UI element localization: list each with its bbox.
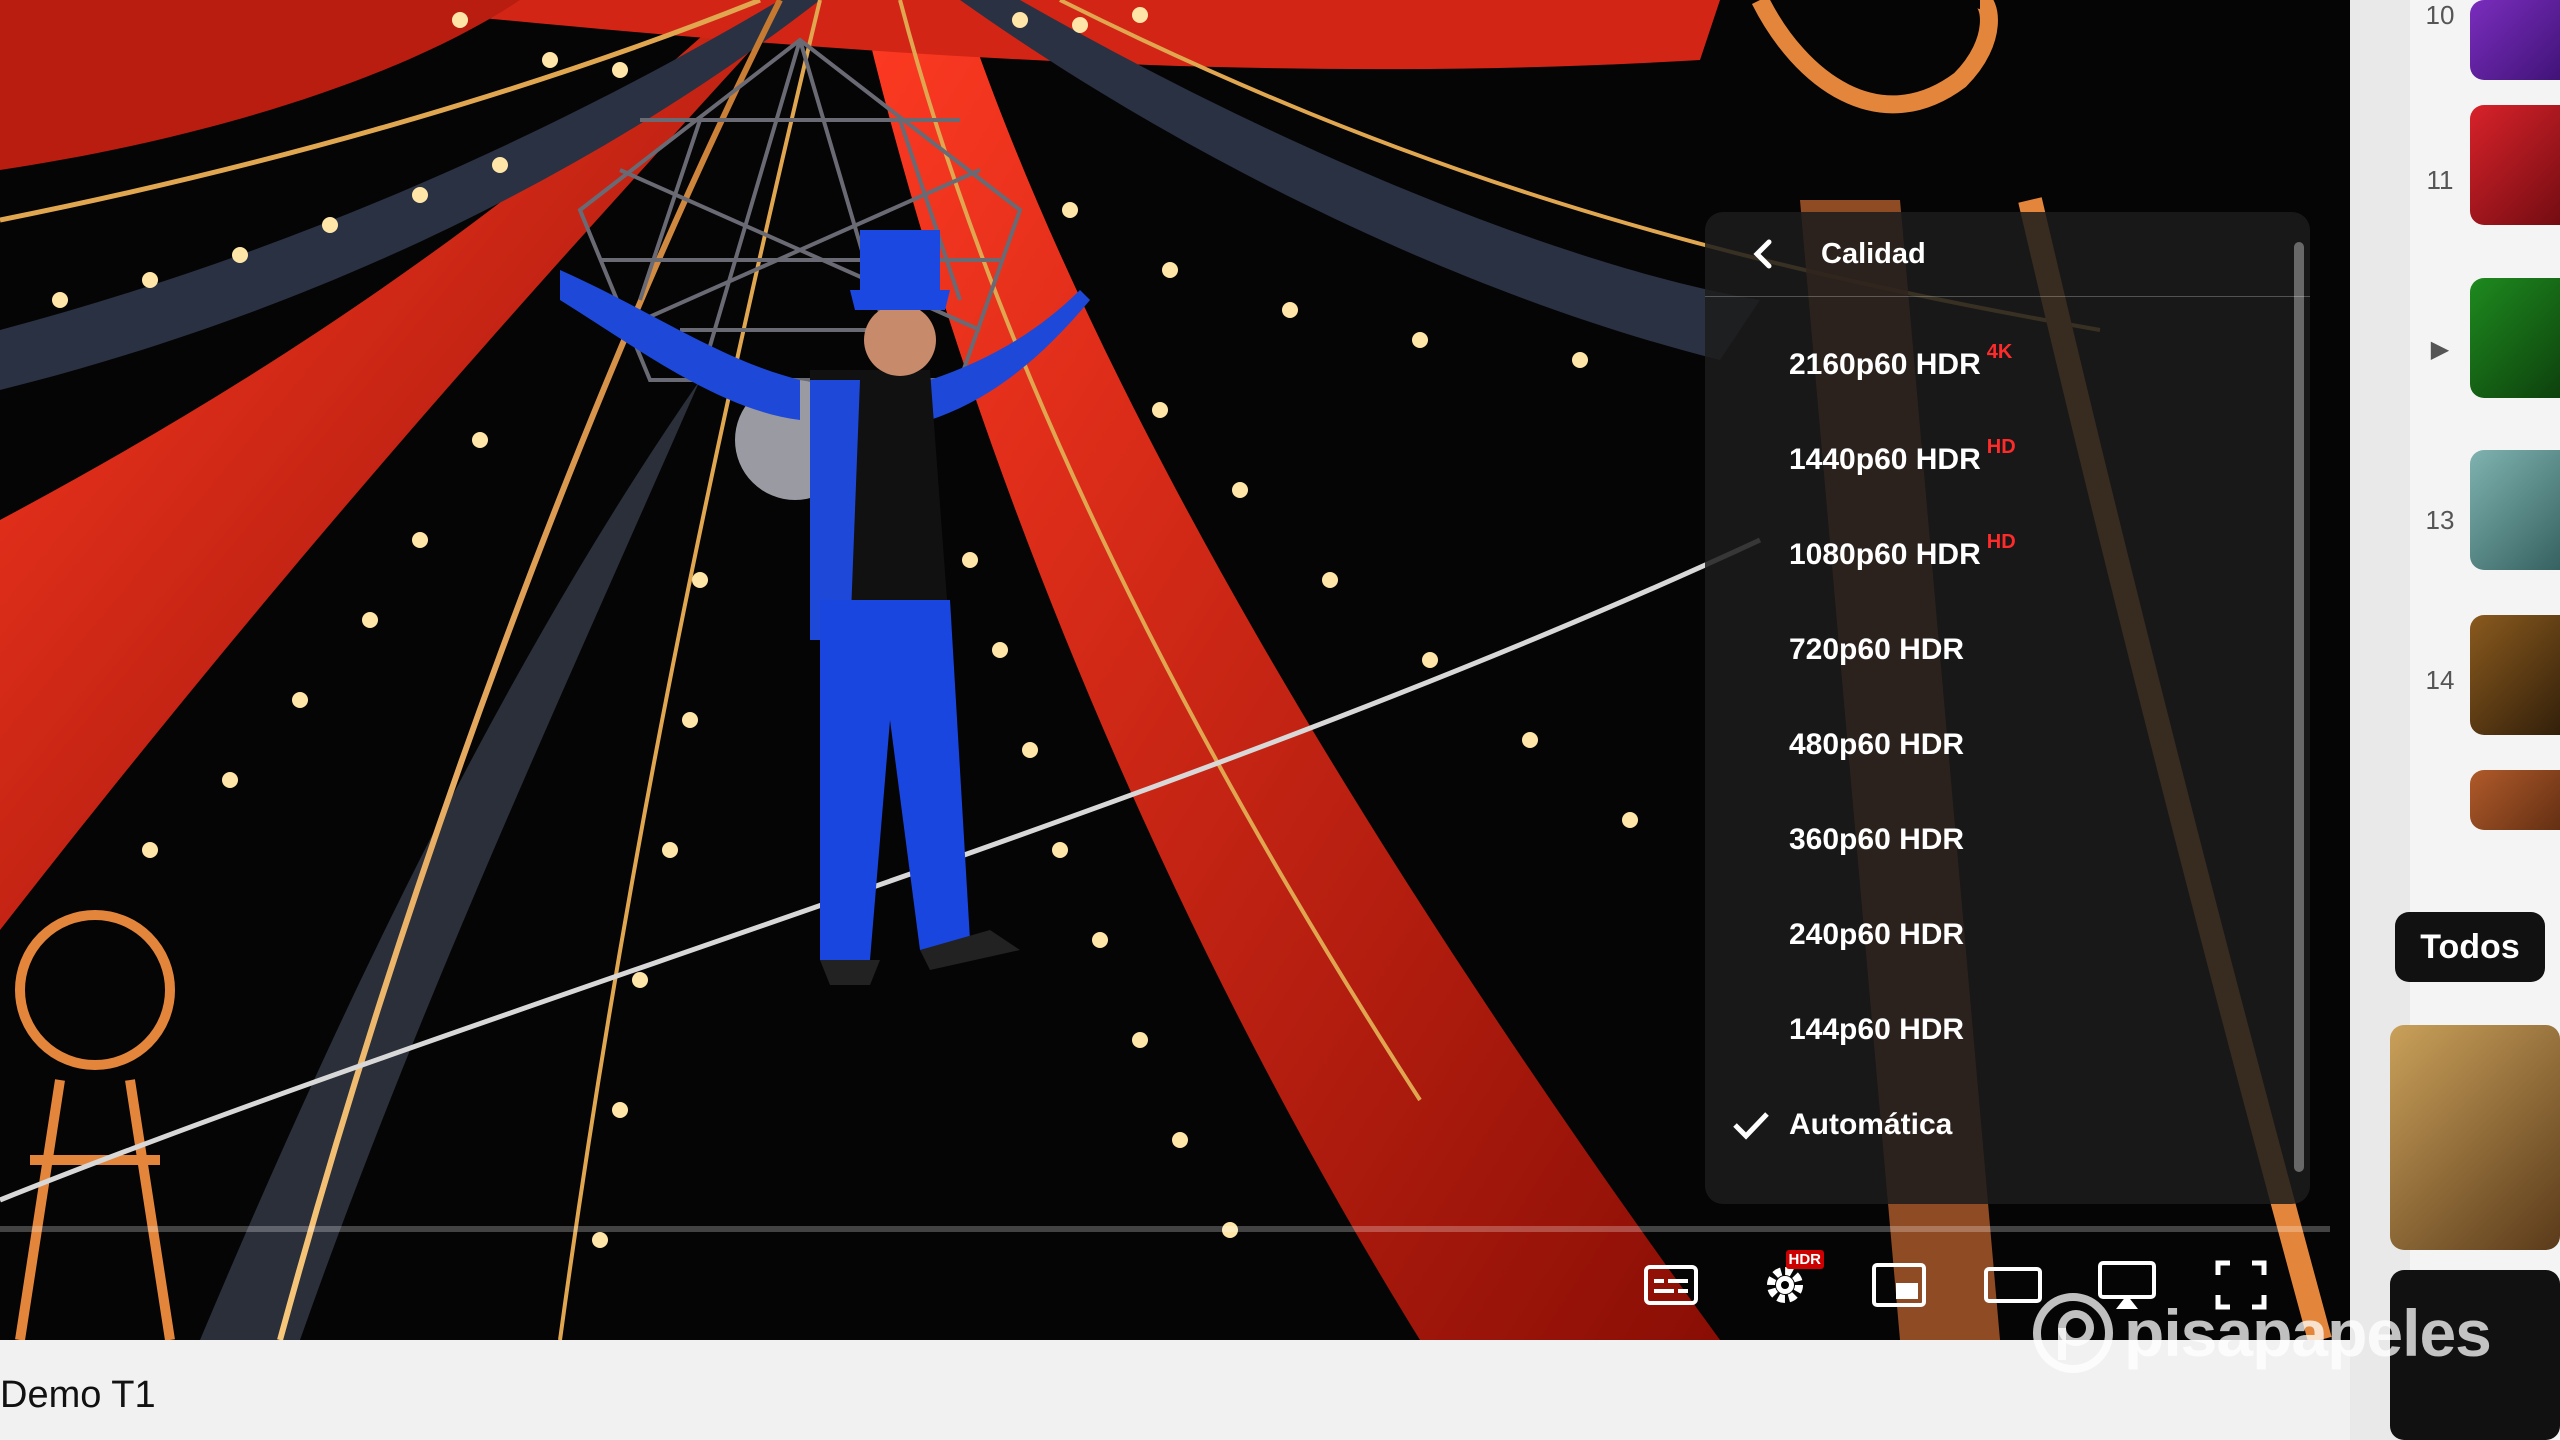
quality-option-label: 2160p60 HDR (1789, 347, 1981, 381)
watermark-logo-icon (2033, 1293, 2113, 1373)
playlist-thumbnail[interactable] (2470, 615, 2560, 735)
quality-option-label: 720p60 HDR (1789, 632, 1965, 666)
quality-option-480p[interactable]: 480p60 HDR (1705, 697, 2310, 792)
quality-badge: 4K (1986, 341, 2013, 363)
player-controls: HDR (0, 1250, 2360, 1340)
miniplayer-button[interactable] (1864, 1250, 1934, 1320)
quality-option-144p[interactable]: 144p60 HDR (1705, 982, 2310, 1077)
quality-option-label: 144p60 HDR (1789, 1012, 1965, 1046)
quality-option-240p[interactable]: 240p60 HDR (1705, 887, 2310, 982)
quality-badge: HD (1986, 436, 2016, 458)
playlist-thumbnail[interactable] (2470, 0, 2560, 80)
watermark-text: pisapapeles (2124, 1296, 2492, 1370)
hdr-badge: HDR (1785, 1250, 1824, 1269)
progress-bar[interactable] (0, 1226, 2330, 1232)
playlist-thumbnail[interactable] (2470, 105, 2560, 225)
quality-option-720p[interactable]: 720p60 HDR (1705, 602, 2310, 697)
subtitles-icon (1644, 1265, 1698, 1305)
video-title: Demo T1 (0, 1374, 156, 1416)
playlist-rank: 11 (2426, 165, 2454, 195)
miniplayer-icon (1872, 1263, 1926, 1307)
settings-button[interactable]: HDR (1750, 1250, 1824, 1320)
quality-menu: Calidad 2160p60 HDR 4K 1440p60 HDR HD 1080… (1705, 212, 2310, 1204)
quality-options: 2160p60 HDR 4K 1440p60 HDR HD 1080p60 HDR H… (1705, 297, 2310, 1172)
check-icon (1733, 1112, 1769, 1140)
quality-option-label: 480p60 HDR (1789, 727, 1965, 761)
playlist-thumbnail[interactable] (2470, 278, 2560, 398)
menu-scrollbar[interactable] (2294, 242, 2304, 1172)
video-player[interactable]: HDR Calidad 2160p60 HDR 4K 1440p60 HDR H… (0, 0, 2360, 1340)
quality-option-auto[interactable]: Automática (1705, 1077, 2310, 1172)
playlist-rank: 10 (2425, 0, 2455, 30)
quality-option-label: 360p60 HDR (1789, 822, 1965, 856)
subtitles-button[interactable] (1636, 1250, 1706, 1320)
quality-menu-title: Calidad (1821, 237, 1926, 270)
quality-option-1440p[interactable]: 1440p60 HDR HD (1705, 412, 2310, 507)
recommended-thumbnail[interactable] (2390, 1025, 2560, 1250)
quality-option-1080p[interactable]: 1080p60 HDR HD (1705, 507, 2310, 602)
quality-option-label: 240p60 HDR (1789, 917, 1965, 951)
playlist-thumbnail[interactable] (2470, 450, 2560, 570)
playlist-thumbnail[interactable] (2470, 770, 2560, 830)
play-indicator-icon: ▶ (2430, 336, 2450, 363)
quality-option-label: 1080p60 HDR (1789, 537, 1981, 571)
quality-option-label: 1440p60 HDR (1789, 442, 1981, 476)
quality-option-360p[interactable]: 360p60 HDR (1705, 792, 2310, 887)
playlist-rank: 14 (2425, 665, 2455, 695)
quality-option-label: Automática (1789, 1107, 1953, 1141)
quality-option-2160p[interactable]: 2160p60 HDR 4K (1705, 317, 2310, 412)
chevron-left-icon[interactable] (1745, 236, 1781, 272)
video-info-strip (0, 1340, 2380, 1440)
filter-chip-all[interactable]: Todos (2395, 912, 2545, 982)
playlist-rank: 13 (2425, 505, 2455, 535)
quality-menu-header: Calidad (1705, 212, 2310, 297)
quality-badge: HD (1986, 531, 2016, 553)
watermark: pisapapeles (2030, 1290, 2492, 1376)
